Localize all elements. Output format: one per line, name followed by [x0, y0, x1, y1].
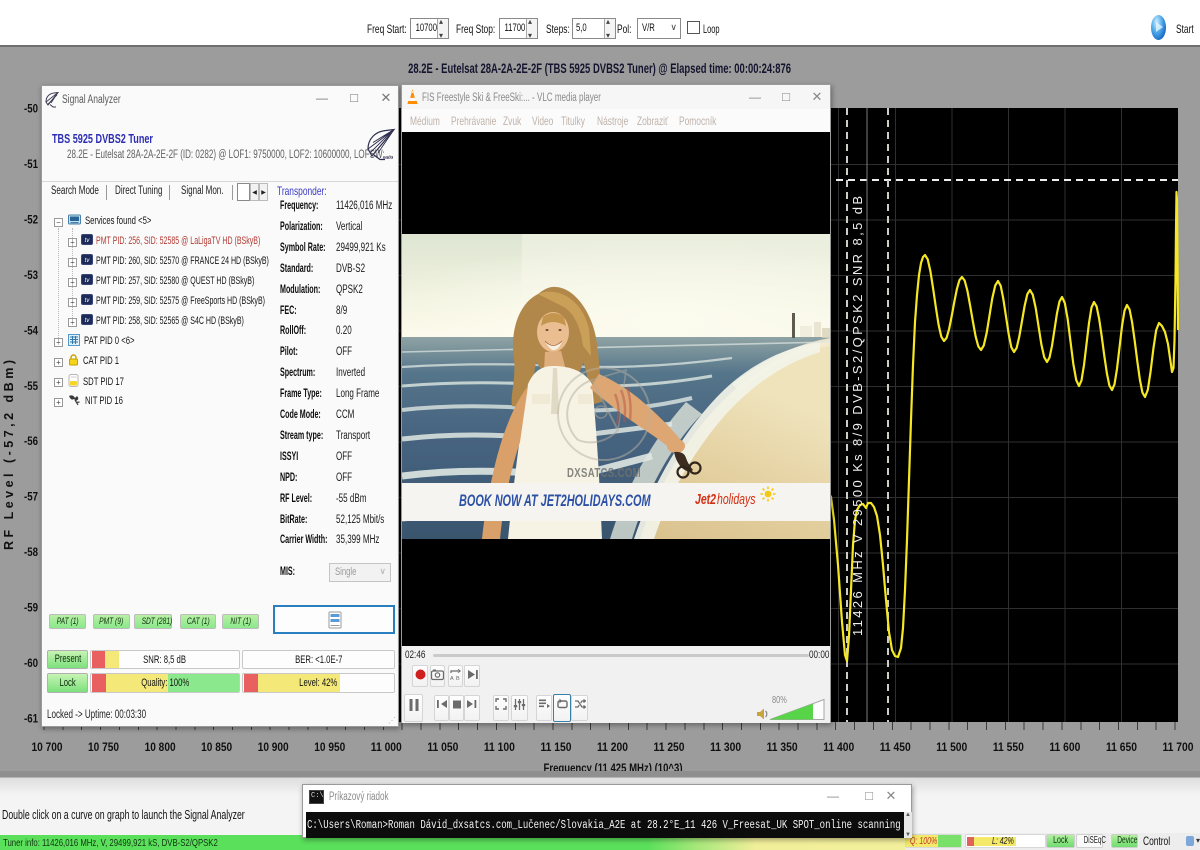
svg-text:11 250: 11 250 — [654, 742, 685, 754]
svg-text:B: B — [456, 676, 460, 681]
svg-text:-53: -53 — [24, 270, 38, 282]
svg-text:11 050: 11 050 — [427, 742, 458, 754]
svg-text:DXSATCS.COM: DXSATCS.COM — [567, 465, 641, 480]
svg-text:11 350: 11 350 — [767, 742, 798, 754]
svg-text:-57: -57 — [24, 492, 38, 504]
svg-text:10 950: 10 950 — [314, 742, 345, 754]
svg-text:-54: -54 — [24, 325, 39, 337]
svg-text:11 400: 11 400 — [823, 742, 854, 754]
svg-text:-50: -50 — [24, 104, 38, 116]
svg-text:11 700: 11 700 — [1163, 742, 1194, 754]
svg-text:10 750: 10 750 — [88, 742, 119, 754]
svg-text:11 650: 11 650 — [1106, 742, 1137, 754]
svg-text:11 600: 11 600 — [1049, 742, 1080, 754]
svg-text:11 200: 11 200 — [597, 742, 628, 754]
svg-text:11 450: 11 450 — [880, 742, 911, 754]
svg-text:satis: satis — [383, 155, 394, 161]
svg-text:11 100: 11 100 — [484, 742, 515, 754]
svg-text:10 850: 10 850 — [201, 742, 232, 754]
svg-text:11 550: 11 550 — [993, 742, 1024, 754]
svg-text:-55: -55 — [24, 381, 39, 393]
svg-text:-56: -56 — [24, 436, 38, 448]
svg-text:-60: -60 — [24, 658, 38, 670]
svg-text:11 500: 11 500 — [936, 742, 967, 754]
svg-text:11 000: 11 000 — [371, 742, 402, 754]
svg-text:-58: -58 — [24, 547, 39, 559]
svg-text:-61: -61 — [24, 713, 39, 725]
svg-text:11 300: 11 300 — [710, 742, 741, 754]
svg-text:A: A — [450, 676, 454, 681]
svg-text:10 700: 10 700 — [32, 742, 63, 754]
svg-text:-59: -59 — [24, 603, 38, 615]
svg-text:10 800: 10 800 — [145, 742, 176, 754]
svg-text:-52: -52 — [24, 214, 38, 226]
svg-text:10 900: 10 900 — [258, 742, 289, 754]
svg-text:-51: -51 — [24, 159, 39, 171]
svg-text:11 150: 11 150 — [540, 742, 571, 754]
